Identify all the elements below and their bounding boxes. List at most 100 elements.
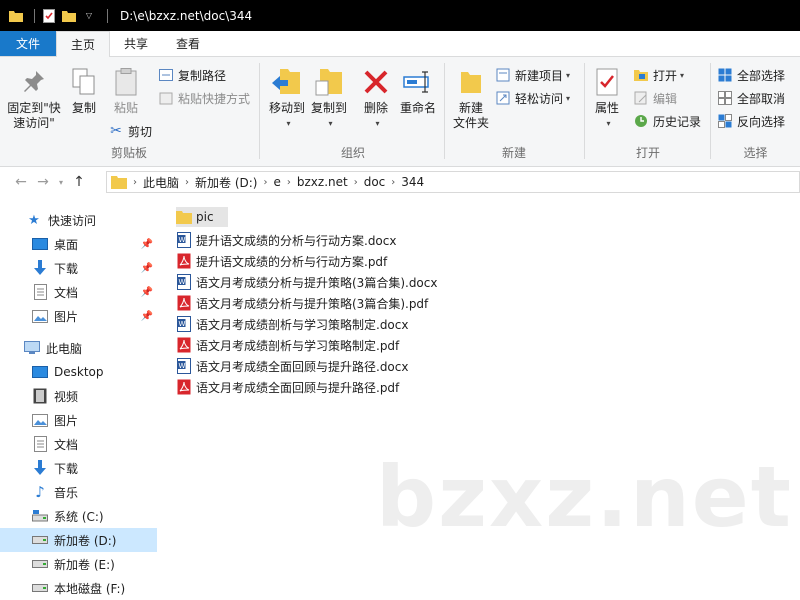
file-item[interactable]: 语文月考成绩全面回顾与提升路径.pdf [176, 377, 399, 397]
sidebar-item-pictures-pc[interactable]: 图片 [0, 408, 157, 432]
sidebar-item-music[interactable]: ♪ 音乐 [0, 480, 157, 504]
breadcrumb-item[interactable]: 344 [395, 175, 430, 189]
delete-label: 删除 [363, 101, 388, 115]
watermark: bzxz.net [376, 448, 793, 546]
copy-path-button[interactable]: 复制路径 [158, 65, 226, 85]
file-name: 提升语文成绩的分析与行动方案.docx [196, 233, 397, 248]
tab-home[interactable]: 主页 [56, 31, 111, 57]
sidebar-item-pictures[interactable]: 图片 📌 [0, 304, 157, 328]
easy-access-button[interactable]: 轻松访问 ▾ [495, 88, 570, 108]
sidebar-item-this-pc[interactable]: 此电脑 [0, 336, 157, 360]
sidebar-item-downloads-pc[interactable]: 下载 [0, 456, 157, 480]
file-name: 语文月考成绩全面回顾与提升路径.pdf [196, 380, 400, 395]
sidebar-item-desktop-pc[interactable]: Desktop [0, 360, 157, 384]
file-item[interactable]: W 提升语文成绩的分析与行动方案.docx [176, 230, 396, 250]
pin-to-quick-access-button[interactable]: 固定到"快 速访问" [6, 65, 62, 131]
history-button[interactable]: 历史记录 [633, 111, 701, 131]
sidebar-item-label: 快速访问 [48, 213, 97, 228]
file-item[interactable]: 语文月考成绩剖析与学习策略制定.pdf [176, 335, 399, 355]
drive-icon [32, 556, 48, 572]
breadcrumb-item[interactable]: doc [358, 175, 392, 189]
properties-button[interactable]: 属性 ▾ [589, 65, 625, 131]
new-folder-label-1: 新建 [458, 101, 483, 115]
forward-arrow-icon[interactable]: → [32, 171, 54, 193]
rename-button[interactable]: 重命名 [398, 65, 438, 116]
easy-access-label: 轻松访问 [515, 91, 564, 106]
recent-locations-icon[interactable]: ▾ [54, 171, 68, 193]
file-item[interactable]: W 语文月考成绩分析与提升策略(3篇合集).docx [176, 272, 437, 292]
open-group: 属性 ▾ 打开 ▾ 编辑 历史记录 打开 [585, 61, 711, 163]
sidebar-item-desktop[interactable]: 桌面 📌 [0, 232, 157, 256]
word-document-icon: W [176, 316, 192, 332]
open-button[interactable]: 打开 ▾ [633, 65, 684, 85]
new-folder-icon [454, 65, 488, 99]
paste-shortcut-icon [158, 90, 174, 106]
sidebar-item-label: Desktop [54, 365, 104, 379]
sidebar-item-downloads[interactable]: 下载 📌 [0, 256, 157, 280]
back-arrow-icon[interactable]: ← [10, 171, 32, 193]
address-bar[interactable]: › 此电脑 › 新加卷 (D:) › e › bzxz.net › doc › 344 [106, 171, 800, 193]
tab-file[interactable]: 文件 [0, 31, 57, 56]
file-item[interactable]: 提升语文成绩的分析与行动方案.pdf [176, 251, 387, 271]
sidebar-item-label: 图片 [54, 413, 79, 428]
up-arrow-icon[interactable]: ↑ [68, 171, 90, 193]
file-name: 语文月考成绩分析与提升策略(3篇合集).pdf [196, 296, 429, 311]
select-none-button[interactable]: 全部取消 [717, 88, 785, 108]
navigation-pane: ★ 快速访问 桌面 📌 下载 📌 文档 📌 图片 📌 此电脑 Desktop 视… [0, 205, 157, 600]
select-all-label: 全部选择 [737, 68, 786, 83]
sidebar-item-label: 音乐 [54, 485, 79, 500]
title-bar: ▽ D:\e\bzxz.net\doc\344 [0, 0, 800, 31]
pictures-icon [32, 412, 48, 428]
chevron-down-icon: ▾ [606, 119, 611, 128]
music-icon: ♪ [35, 483, 45, 501]
new-group-label: 新建 [501, 146, 526, 160]
invert-selection-button[interactable]: 反向选择 [717, 111, 785, 131]
new-item-button[interactable]: 新建项目 ▾ [495, 65, 570, 85]
pin-icon: 📌 [140, 262, 153, 274]
move-to-button[interactable]: 移动到 ▾ [264, 65, 310, 131]
file-item[interactable]: 语文月考成绩分析与提升策略(3篇合集).pdf [176, 293, 428, 313]
sidebar-item-drive-d[interactable]: 新加卷 (D:) [0, 528, 157, 552]
select-none-label: 全部取消 [737, 91, 786, 106]
delete-button[interactable]: 删除 ▾ [358, 65, 394, 131]
new-folder-button[interactable]: 新建 文件夹 [451, 65, 491, 131]
drive-icon [32, 532, 48, 548]
chevron-down-icon[interactable]: ▽ [81, 8, 97, 24]
copy-to-button[interactable]: 复制到 ▾ [306, 65, 352, 131]
file-item[interactable]: W 语文月考成绩全面回顾与提升路径.docx [176, 356, 408, 376]
select-all-button[interactable]: 全部选择 [717, 65, 785, 85]
breadcrumb-item[interactable]: 此电脑 [137, 174, 185, 191]
select-group: 全部选择 全部取消 反向选择 选择 [711, 61, 800, 163]
cut-button[interactable]: ✂ 剪切 [108, 121, 152, 141]
properties-icon[interactable] [41, 8, 57, 24]
edit-button[interactable]: 编辑 [633, 88, 677, 108]
pin-label-1: 固定到"快 [7, 101, 61, 115]
scissors-icon: ✂ [110, 123, 122, 139]
sidebar-item-label: 视频 [54, 389, 79, 404]
new-folder-icon[interactable] [61, 8, 77, 24]
file-name: 语文月考成绩剖析与学习策略制定.docx [196, 317, 409, 332]
sidebar-item-drive-e[interactable]: 新加卷 (E:) [0, 552, 157, 576]
sidebar-item-videos[interactable]: 视频 [0, 384, 157, 408]
copy-button[interactable]: 复制 [66, 65, 102, 116]
sidebar-item-documents[interactable]: 文档 📌 [0, 280, 157, 304]
paste-shortcut-button[interactable]: 粘贴快捷方式 [158, 88, 250, 108]
breadcrumb-item[interactable]: 新加卷 (D:) [189, 174, 263, 191]
file-name: 提升语文成绩的分析与行动方案.pdf [196, 254, 388, 269]
sidebar-item-drive-c[interactable]: 系统 (C:) [0, 504, 157, 528]
paste-button[interactable]: 粘贴 [108, 65, 144, 116]
new-group: 新建 文件夹 新建项目 ▾ 轻松访问 ▾ 新建 [445, 61, 583, 163]
file-item[interactable]: W 语文月考成绩剖析与学习策略制定.docx [176, 314, 408, 334]
breadcrumb-item[interactable]: e [267, 175, 286, 189]
tab-view[interactable]: 查看 [162, 31, 214, 56]
sidebar-item-label: 图片 [54, 309, 79, 324]
tab-share[interactable]: 共享 [110, 31, 162, 56]
sidebar-item-documents-pc[interactable]: 文档 [0, 432, 157, 456]
file-name: 语文月考成绩全面回顾与提升路径.docx [196, 359, 409, 374]
breadcrumb-item[interactable]: bzxz.net [291, 175, 354, 189]
download-icon [32, 460, 48, 476]
sidebar-item-quick-access[interactable]: ★ 快速访问 [0, 208, 157, 232]
sidebar-item-drive-f[interactable]: 本地磁盘 (F:) [0, 576, 157, 600]
folder-item[interactable]: pic [176, 207, 228, 227]
edit-label: 编辑 [653, 91, 678, 106]
